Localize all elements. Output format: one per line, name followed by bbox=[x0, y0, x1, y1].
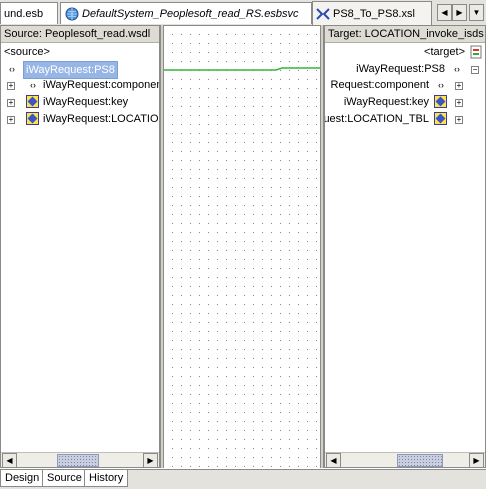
source-root-node[interactable]: <source> bbox=[4, 44, 50, 60]
source-horizontal-scrollbar[interactable]: ◀ ▶ bbox=[1, 452, 159, 467]
source-node-key[interactable]: iWayRequest:key bbox=[43, 94, 128, 110]
mapping-line bbox=[164, 67, 320, 71]
scroll-right-button[interactable]: ▶ bbox=[469, 453, 484, 467]
complex-type-icon bbox=[26, 95, 39, 108]
expand-icon[interactable]: + bbox=[7, 82, 15, 90]
target-pane-header: Target: LOCATION_invoke_isds bbox=[325, 26, 485, 43]
tab-design[interactable]: Design bbox=[0, 470, 45, 487]
expand-icon[interactable]: + bbox=[455, 99, 463, 107]
tab-list-dropdown-button[interactable]: ▼ bbox=[469, 4, 484, 21]
element-icon: ‹› bbox=[454, 64, 460, 74]
source-node-location[interactable]: iWayRequest:LOCATIO bbox=[43, 111, 159, 127]
expand-icon[interactable]: + bbox=[7, 116, 15, 124]
scroll-left-button[interactable]: ◀ bbox=[2, 453, 17, 467]
target-node-key[interactable]: iWayRequest:key bbox=[344, 94, 429, 110]
target-pane: Target: LOCATION_invoke_isds <target> iW… bbox=[324, 25, 486, 468]
document-icon bbox=[470, 45, 482, 59]
target-horizontal-scrollbar[interactable]: ◀ ▶ bbox=[325, 452, 485, 467]
target-node-ps8[interactable]: iWayRequest:PS8 bbox=[356, 61, 445, 77]
target-node-location[interactable]: uest:LOCATION_TBL bbox=[325, 111, 429, 127]
editor-tab-strip: und.esb DefaultSystem_Peoplesoft_read_RS… bbox=[0, 0, 486, 26]
tab-esbsvc[interactable]: DefaultSystem_Peoplesoft_read_RS.esbsvc bbox=[60, 2, 312, 24]
scroll-tabs-right-button[interactable]: ▶ bbox=[452, 4, 467, 21]
tab-source[interactable]: Source bbox=[42, 470, 87, 487]
expand-icon[interactable]: + bbox=[455, 116, 463, 124]
target-root-node[interactable]: <target> bbox=[424, 44, 465, 60]
complex-type-icon bbox=[434, 95, 447, 108]
scroll-left-button[interactable]: ◀ bbox=[326, 453, 341, 467]
element-icon: ‹› bbox=[9, 64, 15, 74]
source-pane: Source: Peoplesoft_read.wsdl <source> ‹›… bbox=[0, 25, 160, 468]
tab-xsl[interactable]: PS8_To_PS8.xsl bbox=[312, 1, 432, 25]
mapping-canvas[interactable] bbox=[164, 25, 320, 468]
globe-icon bbox=[65, 7, 79, 20]
scroll-tabs-left-button[interactable]: ◀ bbox=[437, 4, 452, 21]
chevron-right-icon: ▶ bbox=[456, 8, 463, 17]
expand-icon[interactable]: + bbox=[455, 82, 463, 90]
scrollbar-thumb[interactable] bbox=[57, 454, 99, 467]
target-node-component[interactable]: Request:component bbox=[331, 77, 429, 93]
chevron-down-icon: ▼ bbox=[472, 8, 481, 17]
scroll-right-button[interactable]: ▶ bbox=[143, 453, 158, 467]
tab-history[interactable]: History bbox=[84, 470, 129, 487]
element-icon: ‹› bbox=[438, 80, 444, 90]
expand-icon[interactable]: + bbox=[7, 99, 15, 107]
element-icon: ‹› bbox=[30, 80, 36, 90]
tab-esb[interactable]: und.esb bbox=[0, 2, 58, 24]
chevron-left-icon: ◀ bbox=[441, 8, 448, 17]
view-tab-strip: Design Source History bbox=[0, 469, 486, 489]
source-node-component[interactable]: iWayRequest:componen bbox=[43, 77, 159, 93]
complex-type-icon bbox=[434, 112, 447, 125]
scrollbar-thumb[interactable] bbox=[397, 454, 443, 467]
source-pane-header: Source: Peoplesoft_read.wsdl bbox=[1, 26, 159, 43]
xsl-map-icon bbox=[316, 7, 330, 20]
complex-type-icon bbox=[26, 112, 39, 125]
collapse-icon[interactable]: − bbox=[471, 66, 479, 74]
